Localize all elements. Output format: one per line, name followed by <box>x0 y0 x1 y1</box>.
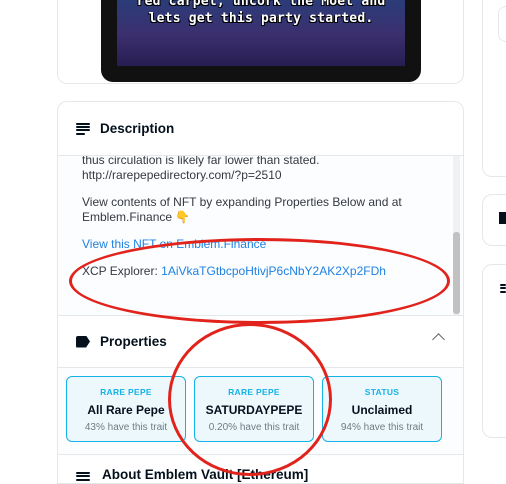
nft-image-card: red carpet, uncork the Moet and lets get… <box>57 0 464 84</box>
property-rarity: 0.20% have this trait <box>208 422 300 433</box>
properties-header[interactable]: Properties <box>57 315 464 368</box>
caption-line-2: lets get this party started. <box>148 11 374 26</box>
right-panel-button[interactable] <box>498 6 506 42</box>
properties-title: Properties <box>100 334 167 349</box>
property-type: RARE PEPE <box>228 387 280 397</box>
property-rarity: 94% have this trait <box>340 422 424 433</box>
description-body[interactable]: thus circulation is likely far lower tha… <box>58 156 463 316</box>
description-text: thus circulation is likely far lower tha… <box>82 156 442 291</box>
property-card[interactable]: RARE PEPE All Rare Pepe 43% have this tr… <box>66 376 186 442</box>
property-value: SATURDAYPEPE <box>205 403 303 417</box>
description-header[interactable]: Description <box>58 102 463 156</box>
tag-icon <box>499 212 506 224</box>
about-section-title: About Emblem Vault [Ethereum] <box>102 467 309 482</box>
property-type: RARE PEPE <box>100 387 152 397</box>
property-card[interactable]: RARE PEPE SATURDAYPEPE 0.20% have this t… <box>194 376 314 442</box>
description-line: View contents of NFT by expanding Proper… <box>82 195 402 224</box>
text-lines-icon <box>500 284 506 296</box>
description-title: Description <box>100 121 175 136</box>
property-value: Unclaimed <box>351 403 413 417</box>
description-line: thus circulation is likely far lower tha… <box>82 156 320 167</box>
text-lines-icon <box>76 122 90 135</box>
about-section-header[interactable]: About Emblem Vault [Ethereum] <box>57 454 464 484</box>
property-type: STATUS <box>364 387 400 397</box>
property-rarity: 43% have this trait <box>84 422 168 433</box>
caption-line-1: red carpet, uncork the Moet and <box>136 0 386 9</box>
artwork-caption: red carpet, uncork the Moet and lets get… <box>117 0 405 27</box>
properties-body: RARE PEPE All Rare Pepe 43% have this tr… <box>57 368 464 454</box>
xcp-explorer-label: XCP Explorer: <box>82 264 162 278</box>
tag-icon <box>76 335 90 348</box>
emblem-finance-link[interactable]: View this NFT on Emblem.Finance <box>82 237 266 251</box>
property-card[interactable]: STATUS Unclaimed 94% have this trait <box>322 376 442 442</box>
chevron-up-icon[interactable] <box>432 333 445 346</box>
property-value: All Rare Pepe <box>87 403 165 417</box>
nft-artwork[interactable]: red carpet, uncork the Moet and lets get… <box>101 0 421 82</box>
xcp-explorer-link[interactable]: 1AiVkaTGtbcpoHtivjP6cNbY2AK2Xp2FDh <box>161 264 386 278</box>
description-url: http://rarepepedirectory.com/?p=2510 <box>82 168 282 182</box>
text-lines-icon <box>76 472 90 484</box>
scrollbar-thumb[interactable] <box>453 232 460 314</box>
